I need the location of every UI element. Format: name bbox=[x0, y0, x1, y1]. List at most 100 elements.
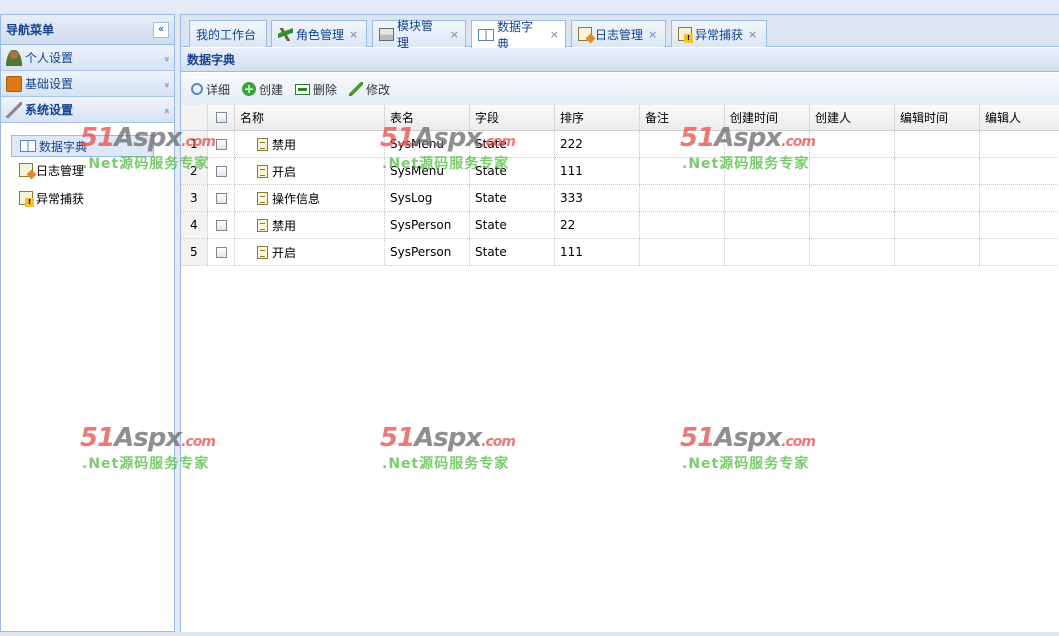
cell-note bbox=[640, 239, 725, 265]
detail-button[interactable]: 详细 bbox=[191, 81, 230, 98]
row-select-cell bbox=[208, 185, 235, 211]
row-checkbox[interactable] bbox=[215, 165, 227, 177]
cell-creator bbox=[810, 158, 895, 184]
cell-editor bbox=[980, 131, 1059, 157]
grid-header-row: 名称 表名 字段 排序 备注 创建时间 创建人 编辑时间 编辑人 bbox=[181, 105, 1059, 131]
row-number: 2 bbox=[181, 158, 208, 184]
column-header-field[interactable]: 字段 bbox=[470, 105, 555, 130]
cell-edit-time bbox=[895, 239, 980, 265]
nav-group-base[interactable]: 基础设置 » bbox=[1, 71, 174, 97]
document-icon bbox=[257, 137, 268, 151]
table-row[interactable]: 1 禁用 SysMenu State 222 bbox=[181, 131, 1059, 158]
log-edit-icon bbox=[19, 163, 33, 177]
pencil-icon bbox=[349, 82, 364, 96]
column-header-create-time[interactable]: 创建时间 bbox=[725, 105, 810, 130]
select-all-checkbox[interactable] bbox=[215, 112, 227, 123]
delete-button[interactable]: 删除 bbox=[295, 81, 337, 98]
cell-note bbox=[640, 185, 725, 211]
table-row[interactable]: 2 开启 SysMenu State 111 bbox=[181, 158, 1059, 185]
chevron-down-icon[interactable]: » bbox=[161, 81, 172, 85]
book-icon bbox=[478, 28, 494, 41]
edit-label: 修改 bbox=[366, 82, 391, 97]
row-number: 4 bbox=[181, 212, 208, 238]
cell-field: State bbox=[470, 185, 555, 211]
data-grid: 名称 表名 字段 排序 备注 创建时间 创建人 编辑时间 编辑人 1 禁用 Sy… bbox=[181, 105, 1059, 266]
column-header-table[interactable]: 表名 bbox=[385, 105, 470, 130]
row-number: 5 bbox=[181, 239, 208, 265]
row-number-header bbox=[181, 105, 208, 130]
close-icon[interactable]: × bbox=[550, 28, 559, 41]
cell-create-time bbox=[725, 185, 810, 211]
nav-item-log-management[interactable]: 日志管理 bbox=[11, 159, 154, 181]
wrench-icon bbox=[6, 101, 22, 118]
edit-button[interactable]: 修改 bbox=[349, 81, 390, 98]
row-checkbox[interactable] bbox=[215, 246, 227, 258]
cell-create-time bbox=[725, 131, 810, 157]
nav-collapse-button[interactable]: « bbox=[153, 21, 169, 38]
close-icon[interactable]: × bbox=[450, 28, 459, 41]
create-label: 创建 bbox=[259, 82, 284, 97]
table-row[interactable]: 3 操作信息 SysLog State 333 bbox=[181, 185, 1059, 212]
cell-create-time bbox=[725, 212, 810, 238]
row-checkbox[interactable] bbox=[215, 138, 227, 150]
row-checkbox[interactable] bbox=[215, 192, 227, 204]
chevron-down-icon[interactable]: » bbox=[161, 55, 172, 59]
table-row[interactable]: 4 禁用 SysPerson State 22 bbox=[181, 212, 1059, 239]
create-button[interactable]: + 创建 bbox=[242, 81, 283, 98]
tab-workbench[interactable]: 我的工作台 bbox=[189, 20, 267, 47]
row-checkbox[interactable] bbox=[215, 219, 227, 231]
column-header-note[interactable]: 备注 bbox=[640, 105, 725, 130]
chevron-up-icon[interactable]: « bbox=[161, 107, 172, 111]
nav-group-label: 系统设置 bbox=[25, 103, 74, 117]
cell-sort: 333 bbox=[555, 185, 640, 211]
toolbar: 详细 + 创建 删除 修改 bbox=[181, 73, 1059, 105]
tab-exception-capture[interactable]: 异常捕获 × bbox=[671, 20, 767, 47]
close-icon[interactable]: × bbox=[648, 28, 657, 41]
warning-doc-icon bbox=[678, 27, 693, 43]
column-header-sort[interactable]: 排序 bbox=[555, 105, 640, 130]
column-header-creator[interactable]: 创建人 bbox=[810, 105, 895, 130]
plus-icon: + bbox=[242, 82, 257, 96]
column-header-edit-time[interactable]: 编辑时间 bbox=[895, 105, 980, 130]
cell-creator bbox=[810, 185, 895, 211]
cell-note bbox=[640, 212, 725, 238]
cell-creator bbox=[810, 131, 895, 157]
nav-item-exception-capture[interactable]: 异常捕获 bbox=[11, 187, 154, 209]
cell-edit-time bbox=[895, 131, 980, 157]
panel-title: 数据字典 bbox=[181, 48, 1059, 72]
cell-edit-time bbox=[895, 158, 980, 184]
row-select-cell bbox=[208, 239, 235, 265]
cell-field: State bbox=[470, 212, 555, 238]
tab-label: 数据字典 bbox=[496, 19, 533, 51]
settings-box-icon bbox=[6, 75, 22, 92]
table-row[interactable]: 5 开启 SysPerson State 111 bbox=[181, 239, 1059, 266]
cell-table: SysMenu bbox=[385, 131, 470, 157]
tab-role-management[interactable]: 角色管理 × bbox=[271, 20, 367, 47]
tab-log-management[interactable]: 日志管理 × bbox=[571, 20, 666, 47]
close-icon[interactable]: × bbox=[748, 28, 757, 41]
column-header-name[interactable]: 名称 bbox=[235, 105, 385, 130]
tab-label: 模块管理 bbox=[396, 19, 433, 50]
select-all-cell bbox=[208, 105, 235, 130]
app-window: 导航菜单 « 个人设置 » 基础设置 » 系统设置 « 数据字典 日志管理 ! … bbox=[0, 0, 1059, 636]
tab-data-dictionary[interactable]: 数据字典 × bbox=[471, 20, 566, 51]
cell-table: SysPerson bbox=[385, 212, 470, 238]
top-strip bbox=[0, 0, 1059, 13]
row-select-cell bbox=[208, 212, 235, 238]
nav-group-system[interactable]: 系统设置 « bbox=[1, 97, 174, 123]
minus-icon bbox=[295, 83, 311, 95]
nav-group-personal[interactable]: 个人设置 » bbox=[1, 45, 174, 71]
cell-editor bbox=[980, 212, 1059, 238]
warning-doc-icon bbox=[19, 191, 34, 207]
cell-name-text: 禁用 bbox=[272, 218, 297, 233]
nav-item-data-dictionary[interactable]: 数据字典 bbox=[11, 135, 154, 157]
document-icon bbox=[257, 164, 268, 178]
close-icon[interactable]: × bbox=[349, 28, 358, 41]
column-header-editor[interactable]: 编辑人 bbox=[980, 105, 1059, 130]
cell-editor bbox=[980, 185, 1059, 211]
tab-module-management[interactable]: 模块管理 × bbox=[372, 19, 466, 50]
cell-field: State bbox=[470, 131, 555, 157]
log-edit-icon bbox=[578, 27, 592, 41]
nav-group-label: 个人设置 bbox=[25, 51, 74, 65]
nav-header: 导航菜单 « bbox=[1, 15, 174, 45]
